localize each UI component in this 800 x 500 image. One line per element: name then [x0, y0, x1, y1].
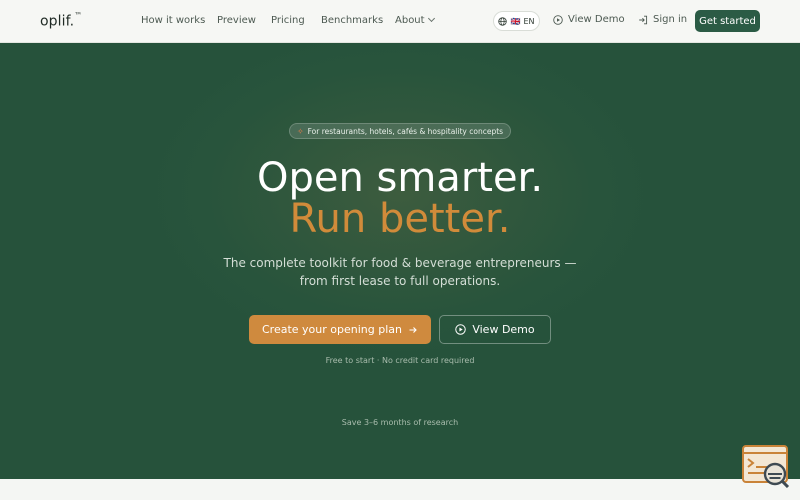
badge-text: For restaurants, hotels, cafés & hospita… [307, 126, 504, 136]
subtitle-line-1: The complete toolkit for food & beverage… [223, 256, 577, 270]
top-nav: oplif.™ How it works Preview Pricing Ben… [0, 0, 800, 43]
play-circle-icon [455, 324, 467, 335]
nav-link-how-it-works[interactable]: How it works [141, 15, 205, 26]
help-widget[interactable] [741, 444, 791, 489]
play-circle-icon [553, 14, 563, 25]
view-demo-link[interactable]: View Demo [553, 14, 625, 25]
sign-in-label: Sign in [653, 14, 688, 25]
language-code: EN [523, 16, 535, 26]
create-plan-label: Create your opening plan [262, 323, 402, 336]
language-selector[interactable]: 🇬🇧 EN [493, 11, 540, 31]
language-flag: 🇬🇧 [510, 16, 521, 26]
nav-link-pricing[interactable]: Pricing [271, 15, 305, 26]
sparkle-icon: ✧ [296, 126, 304, 136]
nav-link-about[interactable]: About [395, 14, 435, 26]
hero-section: ✧ For restaurants, hotels, cafés & hospi… [0, 43, 800, 479]
save-research-note: Save 3–6 months of research [341, 418, 459, 427]
logo[interactable]: oplif.™ [40, 11, 82, 30]
free-note: Free to start · No credit card required [325, 356, 475, 365]
view-demo-button[interactable]: View Demo [439, 315, 551, 344]
arrow-right-icon [409, 326, 417, 333]
nav-link-preview[interactable]: Preview [217, 15, 256, 26]
get-started-button[interactable]: Get started [695, 10, 760, 32]
chevron-down-icon [427, 14, 435, 23]
create-plan-button[interactable]: Create your opening plan [249, 315, 431, 344]
view-demo-button-label: View Demo [472, 323, 535, 336]
help-widget-icon [742, 445, 790, 489]
globe-icon [498, 16, 508, 26]
headline-line-1: Open smarter. [256, 155, 544, 201]
sign-in-link[interactable]: Sign in [638, 14, 687, 25]
nav-link-benchmarks[interactable]: Benchmarks [321, 15, 383, 26]
subtitle-line-2: from first lease to full operations. [299, 274, 501, 288]
view-demo-label: View Demo [568, 14, 625, 25]
audience-badge: ✧ For restaurants, hotels, cafés & hospi… [289, 123, 511, 139]
headline-line-2: Run better. [289, 196, 511, 242]
sign-in-icon [639, 15, 648, 24]
